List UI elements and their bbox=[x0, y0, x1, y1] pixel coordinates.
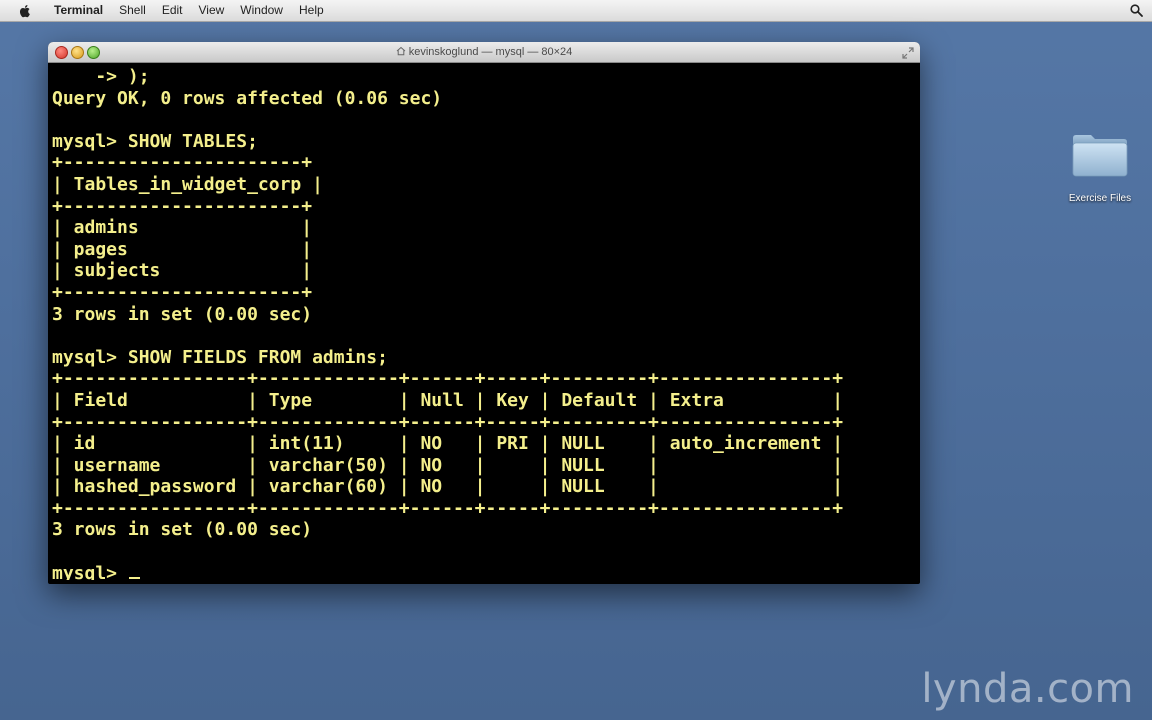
terminal-line: | id | int(11) | NO | PRI | NULL | auto_… bbox=[52, 433, 844, 455]
fullscreen-icon[interactable] bbox=[902, 46, 914, 59]
window-title: kevinskoglund — mysql — 80×24 bbox=[48, 42, 920, 62]
terminal-line: +-----------------+-------------+------+… bbox=[52, 497, 844, 519]
terminal-line: +----------------------+ bbox=[52, 195, 313, 217]
menu-window[interactable]: Window bbox=[232, 0, 291, 21]
folder-icon bbox=[1071, 132, 1129, 183]
terminal-line: | hashed_password | varchar(60) | NO | |… bbox=[52, 476, 844, 498]
desktop-icon-label: Exercise Files bbox=[1068, 193, 1132, 204]
terminal-line: +----------------------+ bbox=[52, 152, 313, 174]
terminal-line: +-----------------+-------------+------+… bbox=[52, 411, 844, 433]
window-title-text: kevinskoglund — mysql — 80×24 bbox=[408, 46, 573, 58]
menu-bar: Terminal Shell Edit View Window Help bbox=[0, 0, 1152, 22]
menu-help[interactable]: Help bbox=[291, 0, 332, 21]
menu-view[interactable]: View bbox=[191, 0, 233, 21]
terminal-line: 3 rows in set (0.00 sec) bbox=[52, 519, 313, 541]
terminal-line: | admins | bbox=[52, 217, 313, 239]
terminal-output: -> ); Query OK, 0 rows affected (0.06 se… bbox=[52, 66, 916, 563]
terminal-line: mysql> SHOW TABLES; bbox=[52, 130, 258, 152]
spotlight-search-icon[interactable] bbox=[1128, 2, 1144, 18]
terminal-line: Query OK, 0 rows affected (0.06 sec) bbox=[52, 87, 443, 109]
terminal-line: | subjects | bbox=[52, 260, 313, 282]
menu-terminal[interactable]: Terminal bbox=[46, 0, 111, 21]
terminal-window[interactable]: kevinskoglund — mysql — 80×24 -> ); Quer… bbox=[48, 42, 920, 584]
terminal-line: | Tables_in_widget_corp | bbox=[52, 173, 323, 195]
apple-menu-icon[interactable] bbox=[18, 4, 32, 18]
terminal-prompt-line[interactable]: mysql> bbox=[52, 563, 916, 580]
terminal-line: mysql> SHOW FIELDS FROM admins; bbox=[52, 346, 388, 368]
terminal-prompt: mysql> bbox=[52, 562, 128, 580]
terminal-line: | pages | bbox=[52, 238, 313, 260]
desktop-folder-exercise-files[interactable]: Exercise Files bbox=[1058, 132, 1142, 204]
terminal-line: +----------------------+ bbox=[52, 281, 313, 303]
terminal-line: | username | varchar(50) | NO | | NULL |… bbox=[52, 454, 844, 476]
terminal-line: +-----------------+-------------+------+… bbox=[52, 368, 844, 390]
terminal-content[interactable]: -> ); Query OK, 0 rows affected (0.06 se… bbox=[52, 66, 916, 580]
lynda-watermark: lynda.com bbox=[921, 666, 1134, 712]
terminal-line: -> ); bbox=[52, 66, 150, 87]
home-folder-icon bbox=[396, 43, 406, 63]
menu-shell[interactable]: Shell bbox=[111, 0, 154, 21]
menu-edit[interactable]: Edit bbox=[154, 0, 191, 21]
window-titlebar[interactable]: kevinskoglund — mysql — 80×24 bbox=[48, 42, 920, 63]
terminal-line: | Field | Type | Null | Key | Default | … bbox=[52, 389, 844, 411]
text-cursor bbox=[128, 576, 140, 579]
terminal-line: 3 rows in set (0.00 sec) bbox=[52, 303, 313, 325]
